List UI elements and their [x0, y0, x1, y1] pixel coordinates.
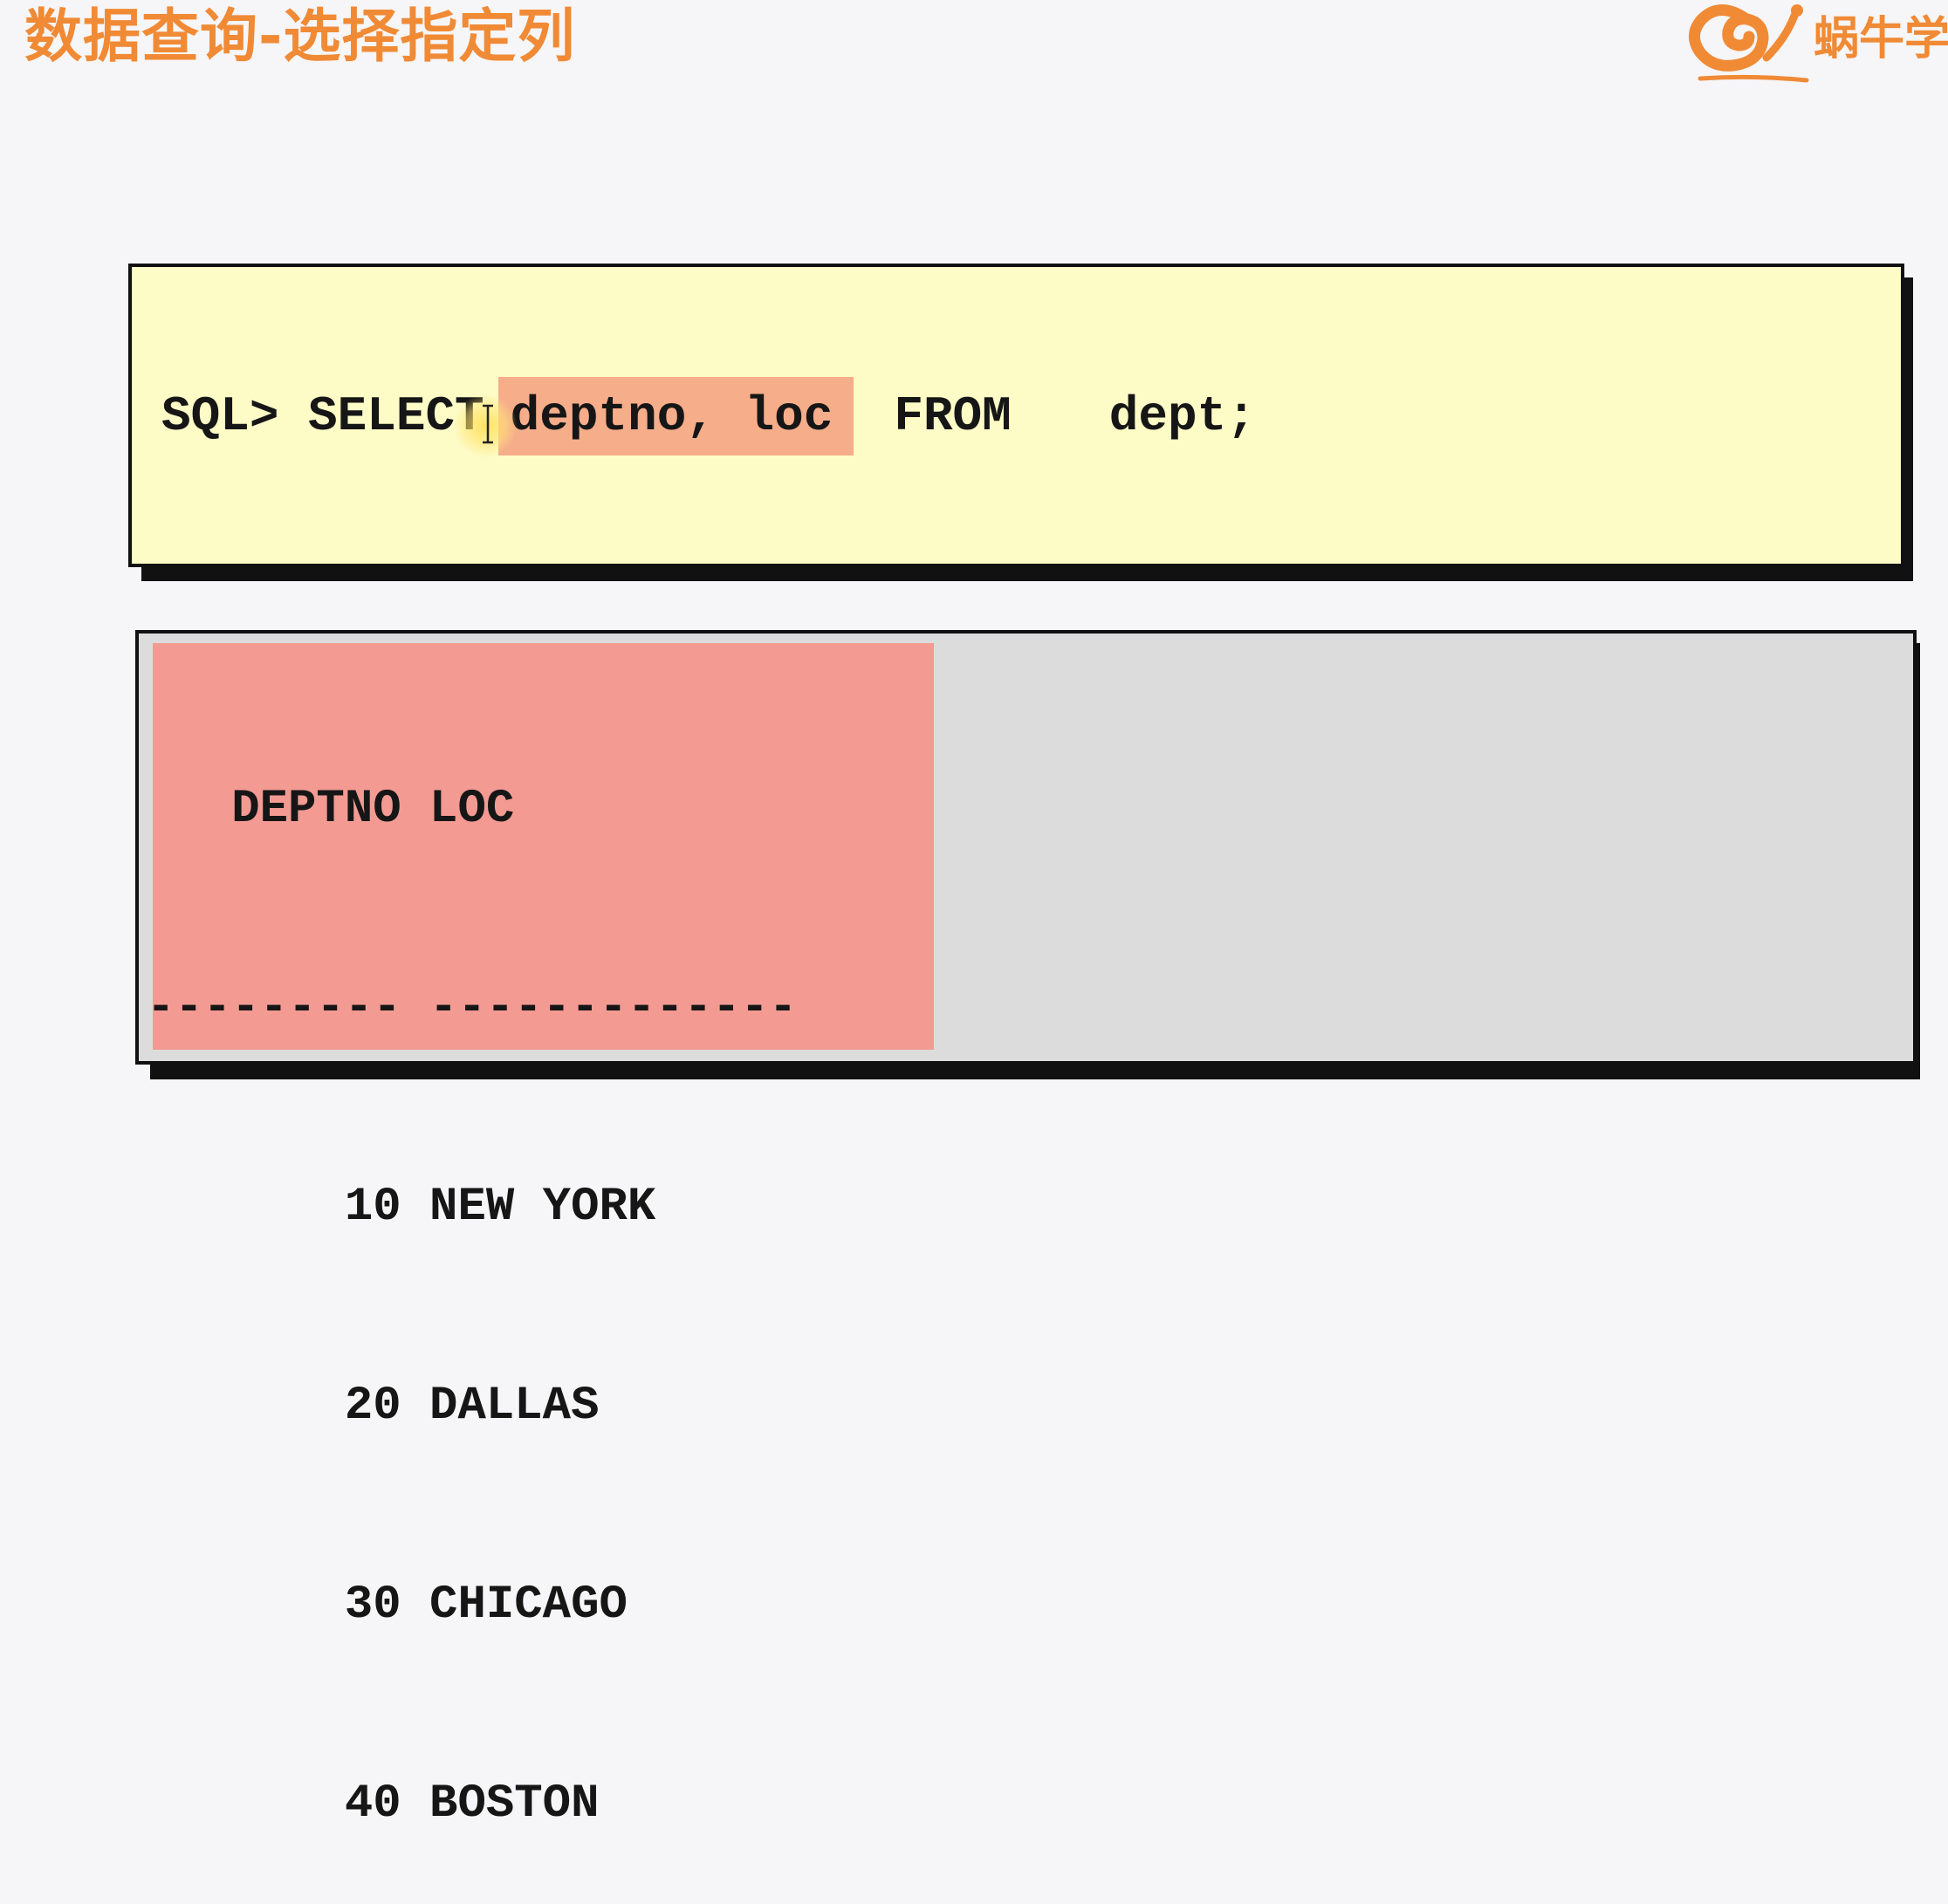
result-row: 10 NEW YORK	[147, 1181, 656, 1234]
result-row: 20 DALLAS	[147, 1380, 600, 1433]
brand-logo: 蜗牛学	[1676, 0, 1948, 87]
result-separator: --------- -------------	[147, 982, 798, 1035]
result-row: 30 CHICAGO	[147, 1579, 628, 1632]
result-table: DEPTNO LOC --------- ------------- 10 NE…	[147, 644, 797, 1904]
sql-keyword-select: SELECT	[308, 388, 484, 444]
sql-prompt: SQL>	[161, 388, 279, 444]
sql-statement: SQL> SELECT deptno, loc FROM dept;	[161, 377, 1256, 455]
sql-keyword-from: FROM	[894, 388, 1012, 444]
text-cursor-icon	[483, 404, 493, 444]
sql-selected-columns: deptno, loc	[497, 377, 854, 455]
brand-name: 蜗牛学	[1814, 13, 1948, 65]
result-header: DEPTNO LOC	[147, 783, 515, 836]
slide-title: 数据查询-选择指定列	[24, 3, 576, 70]
result-row: 40 BOSTON	[147, 1777, 600, 1831]
sql-table-name: dept;	[1108, 388, 1256, 444]
snail-logo-icon	[1689, 4, 1809, 83]
